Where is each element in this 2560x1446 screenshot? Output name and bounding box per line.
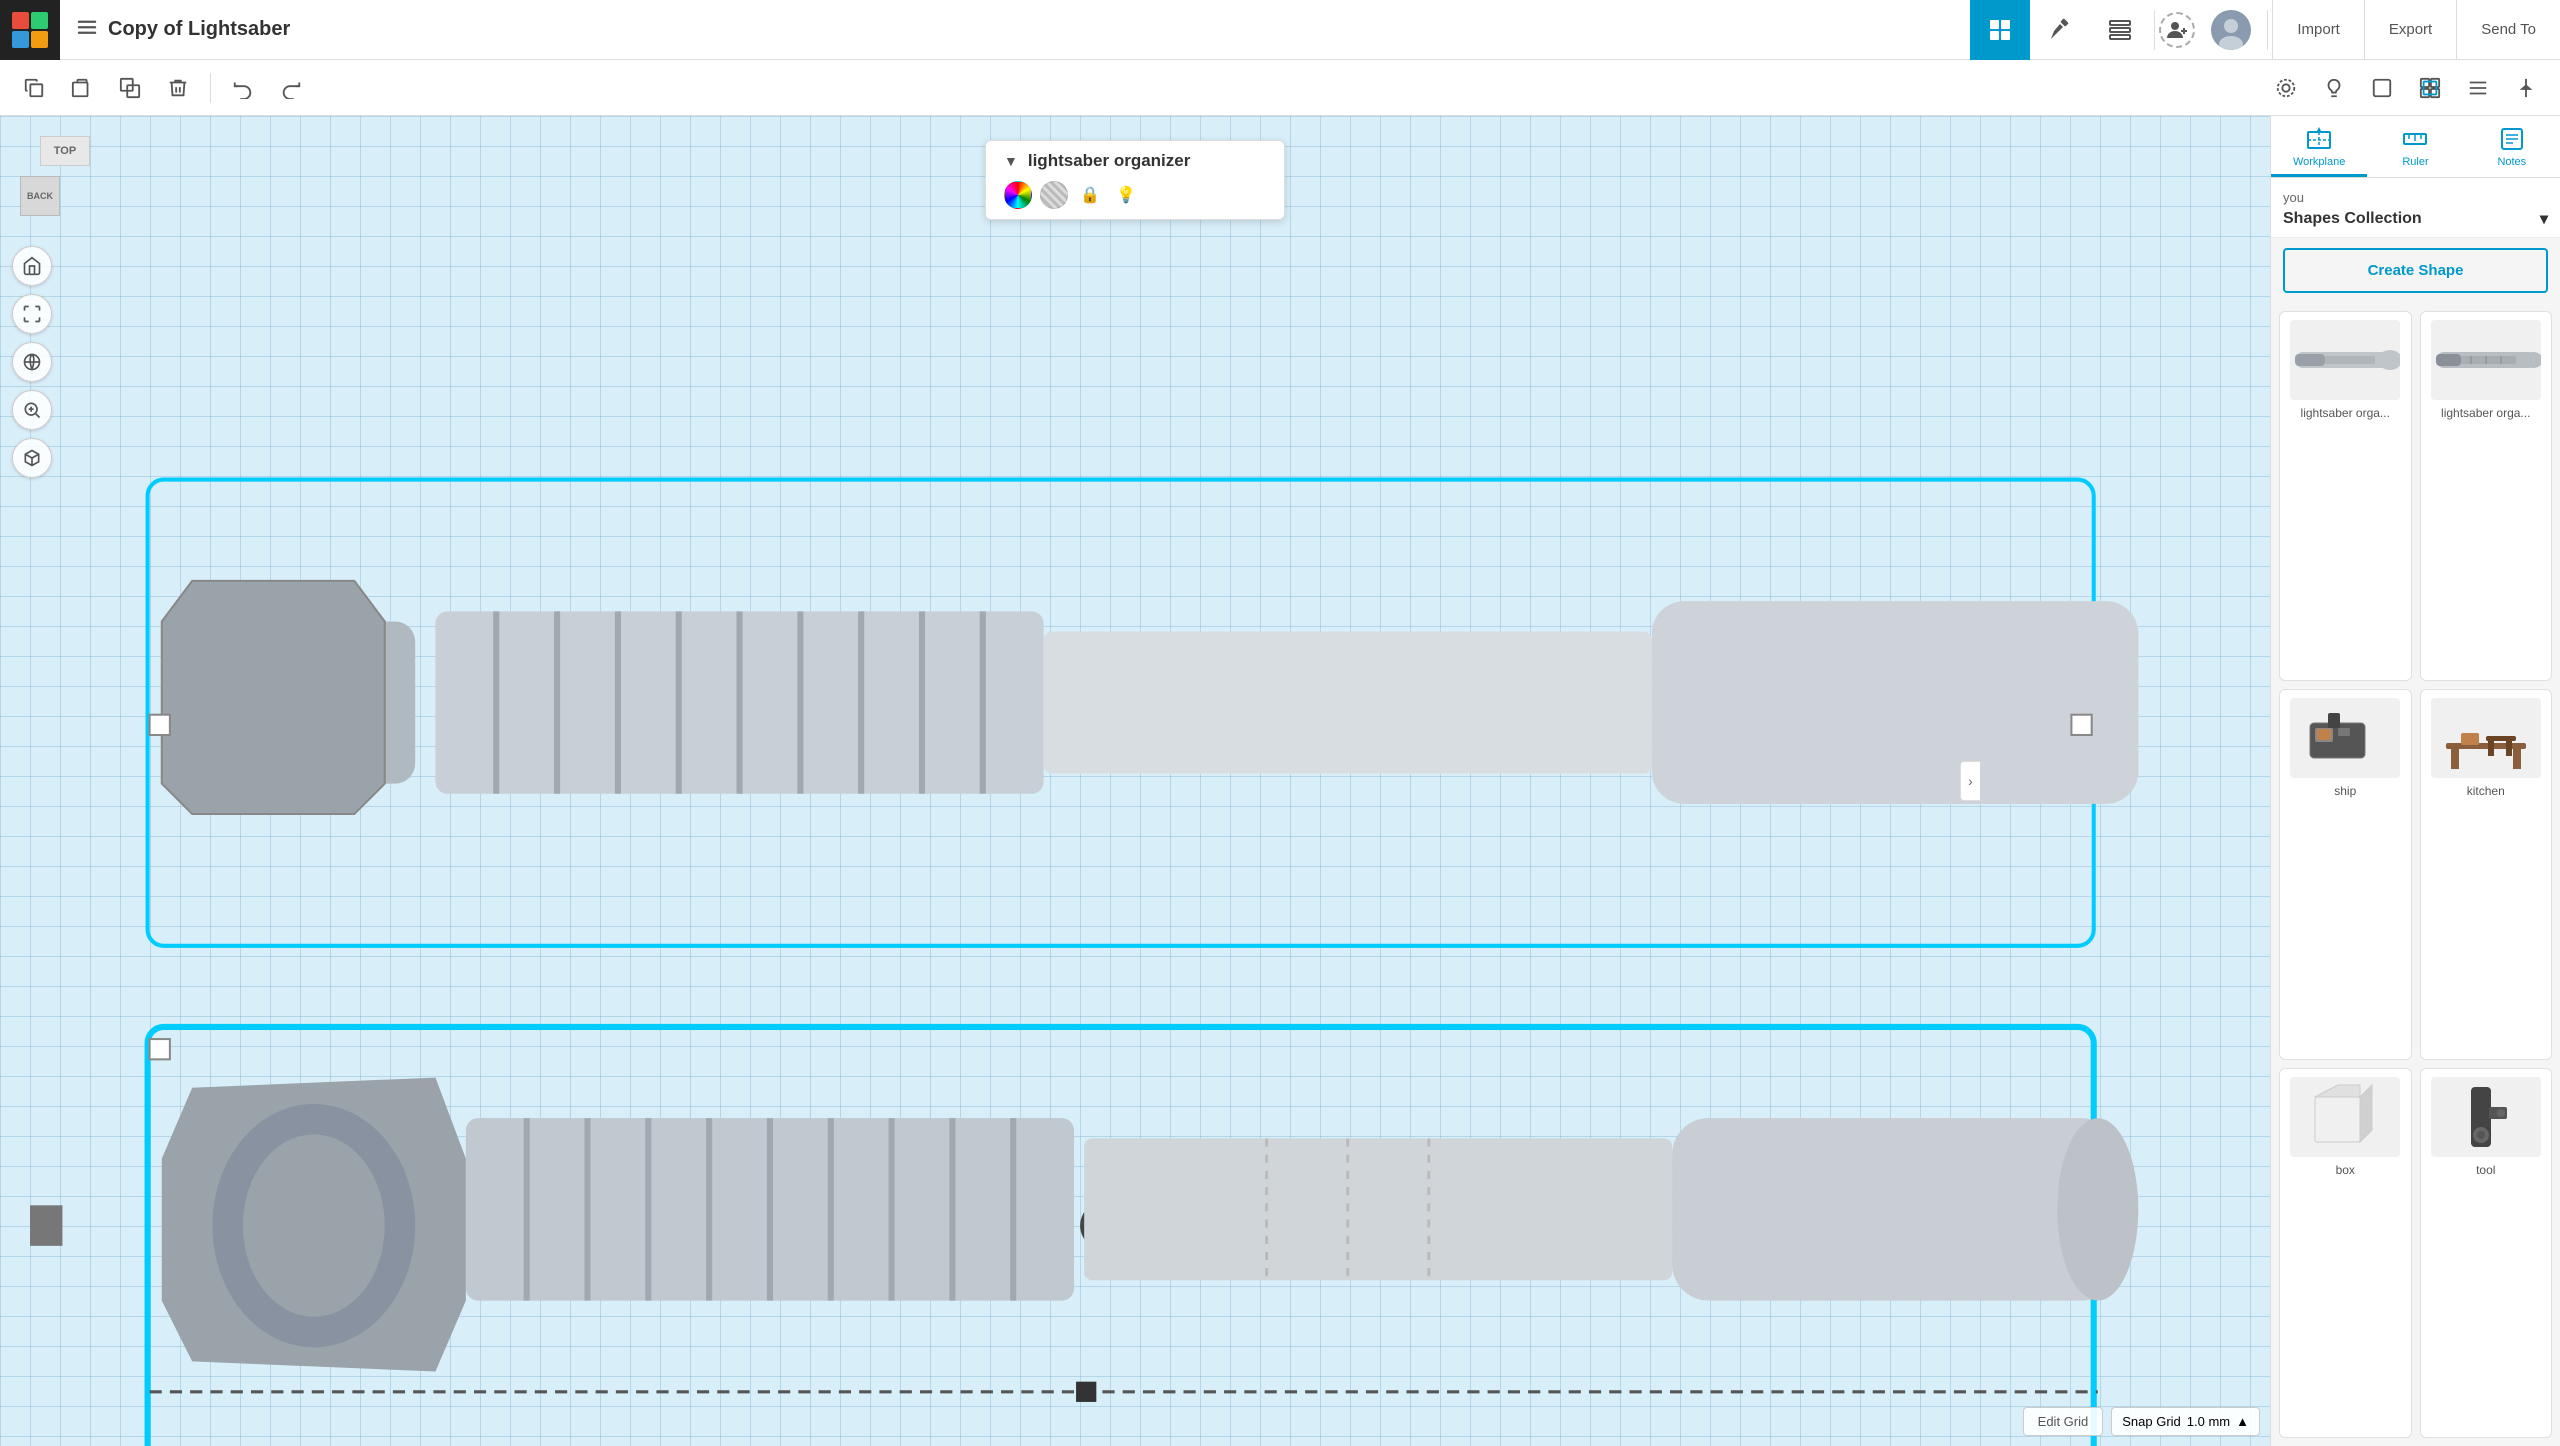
undo-button[interactable]: [221, 66, 265, 110]
toolbar: [0, 60, 2560, 116]
color-picker-gray[interactable]: [1040, 181, 1068, 209]
topbar: Copy of Lightsaber: [0, 0, 2560, 60]
shape-item-box[interactable]: box: [2279, 1068, 2412, 1438]
create-shape-button[interactable]: Create Shape: [2283, 248, 2548, 293]
shape-item-kitchen[interactable]: kitchen: [2420, 689, 2553, 1059]
chevron-down-icon: ▾: [2540, 209, 2548, 229]
shape-label-kitchen: kitchen: [2467, 784, 2505, 798]
bottom-bar: Edit Grid Snap Grid 1.0 mm ▲: [2023, 1407, 2260, 1436]
shapes-header: you Shapes Collection ▾: [2271, 178, 2560, 238]
lock-button[interactable]: 🔒: [1076, 181, 1104, 209]
shapes-collection-dropdown[interactable]: Shapes Collection ▾: [2283, 209, 2548, 229]
topbar-divider-2: [2267, 10, 2268, 50]
shape-thumb-lightsaber1: [2290, 320, 2400, 400]
ruler-label: Ruler: [2402, 156, 2428, 168]
redo-button[interactable]: [269, 66, 313, 110]
workplane-label: Workplane: [2293, 156, 2345, 168]
shape-label-lightsaber2: lightsaber orga...: [2441, 406, 2530, 420]
align-button[interactable]: [2456, 66, 2500, 110]
grid-view-button[interactable]: [1970, 0, 2030, 60]
menu-icon[interactable]: [76, 16, 98, 44]
shape-thumb-lightsaber2: [2431, 320, 2541, 400]
logo-grid: [12, 12, 48, 48]
nav-cube-top[interactable]: TOP: [40, 136, 90, 166]
import-button[interactable]: Import: [2272, 0, 2364, 60]
build-button[interactable]: [2030, 0, 2090, 60]
layers-button[interactable]: [2090, 0, 2150, 60]
view-camera-button[interactable]: [2264, 66, 2308, 110]
logo-k: [31, 31, 48, 48]
title-area: Copy of Lightsaber: [60, 16, 1970, 44]
shape-label-ship: ship: [2334, 784, 2356, 798]
shape-item-ship[interactable]: ship: [2279, 689, 2412, 1059]
group-button[interactable]: [2408, 66, 2452, 110]
shape-item-tool[interactable]: tool: [2420, 1068, 2553, 1438]
toolbar-right: [2264, 66, 2548, 110]
viewport[interactable]: TOP BACK: [0, 116, 2270, 1446]
topbar-divider-1: [2154, 10, 2155, 50]
duplicate-button[interactable]: [108, 66, 152, 110]
color-picker-rainbow[interactable]: [1004, 181, 1032, 209]
logo-n: [12, 31, 29, 48]
workplane-button[interactable]: Workplane: [2271, 116, 2367, 177]
mirror-button[interactable]: [2504, 66, 2548, 110]
object-label-title: lightsaber organizer: [1028, 151, 1190, 171]
shape-thumb-ship: [2290, 698, 2400, 778]
copy-button[interactable]: [12, 66, 56, 110]
object-label-collapse[interactable]: ▼: [1004, 153, 1018, 169]
shapes-user: you: [2283, 190, 2548, 205]
nav-cube[interactable]: TOP BACK: [20, 136, 110, 226]
shape-thumb-box: [2290, 1077, 2400, 1157]
logo[interactable]: [0, 0, 60, 60]
notes-button[interactable]: Notes: [2464, 116, 2560, 177]
topbar-right: Import Export Send To: [1970, 0, 2560, 60]
right-panel-top: Workplane Ruler Notes: [2271, 116, 2560, 178]
shape-thumb-kitchen: [2431, 698, 2541, 778]
delete-button[interactable]: [156, 66, 200, 110]
paste-button[interactable]: [60, 66, 104, 110]
shapes-collection-label: Shapes Collection: [2283, 210, 2422, 228]
project-title[interactable]: Copy of Lightsaber: [108, 18, 290, 41]
shape-outline-button[interactable]: [2360, 66, 2404, 110]
object-label-controls: 🔒 💡: [1004, 181, 1266, 209]
snap-grid-label: Snap Grid: [2122, 1414, 2181, 1429]
edit-grid-button[interactable]: Edit Grid: [2023, 1407, 2104, 1436]
export-button[interactable]: Export: [2364, 0, 2456, 60]
nav-cube-back[interactable]: BACK: [20, 176, 60, 216]
collapse-panel-button[interactable]: ›: [1960, 761, 1980, 801]
saber-canvas[interactable]: [30, 216, 2260, 1446]
visibility-button[interactable]: 💡: [1112, 181, 1140, 209]
avatar[interactable]: [2211, 10, 2251, 50]
shapes-grid: lightsaber orga... lightsaber orga...: [2271, 303, 2560, 1446]
shape-thumb-tool: [2431, 1077, 2541, 1157]
add-user-button[interactable]: [2159, 12, 2195, 48]
object-label: ▼ lightsaber organizer 🔒 💡: [985, 140, 1285, 220]
shape-item-lightsaber1[interactable]: lightsaber orga...: [2279, 311, 2412, 681]
snap-grid: Snap Grid 1.0 mm ▲: [2111, 1407, 2260, 1436]
shape-label-lightsaber1: lightsaber orga...: [2301, 406, 2390, 420]
logo-i: [31, 12, 48, 29]
snap-grid-arrow[interactable]: ▲: [2236, 1414, 2249, 1429]
shape-item-lightsaber2[interactable]: lightsaber orga...: [2420, 311, 2553, 681]
toolbar-separator-1: [210, 73, 211, 103]
logo-t: [12, 12, 29, 29]
light-button[interactable]: [2312, 66, 2356, 110]
notes-label: Notes: [2497, 156, 2526, 168]
ruler-button[interactable]: Ruler: [2367, 116, 2463, 177]
main-area: TOP BACK: [0, 116, 2560, 1446]
snap-grid-value: 1.0 mm: [2187, 1414, 2230, 1429]
right-panel: Workplane Ruler Notes: [2270, 116, 2560, 1446]
send-to-button[interactable]: Send To: [2456, 0, 2560, 60]
object-label-header: ▼ lightsaber organizer: [1004, 151, 1266, 171]
shape-label-tool: tool: [2476, 1163, 2495, 1177]
shape-label-box: box: [2336, 1163, 2355, 1177]
lightsaber-top: [148, 480, 2139, 946]
